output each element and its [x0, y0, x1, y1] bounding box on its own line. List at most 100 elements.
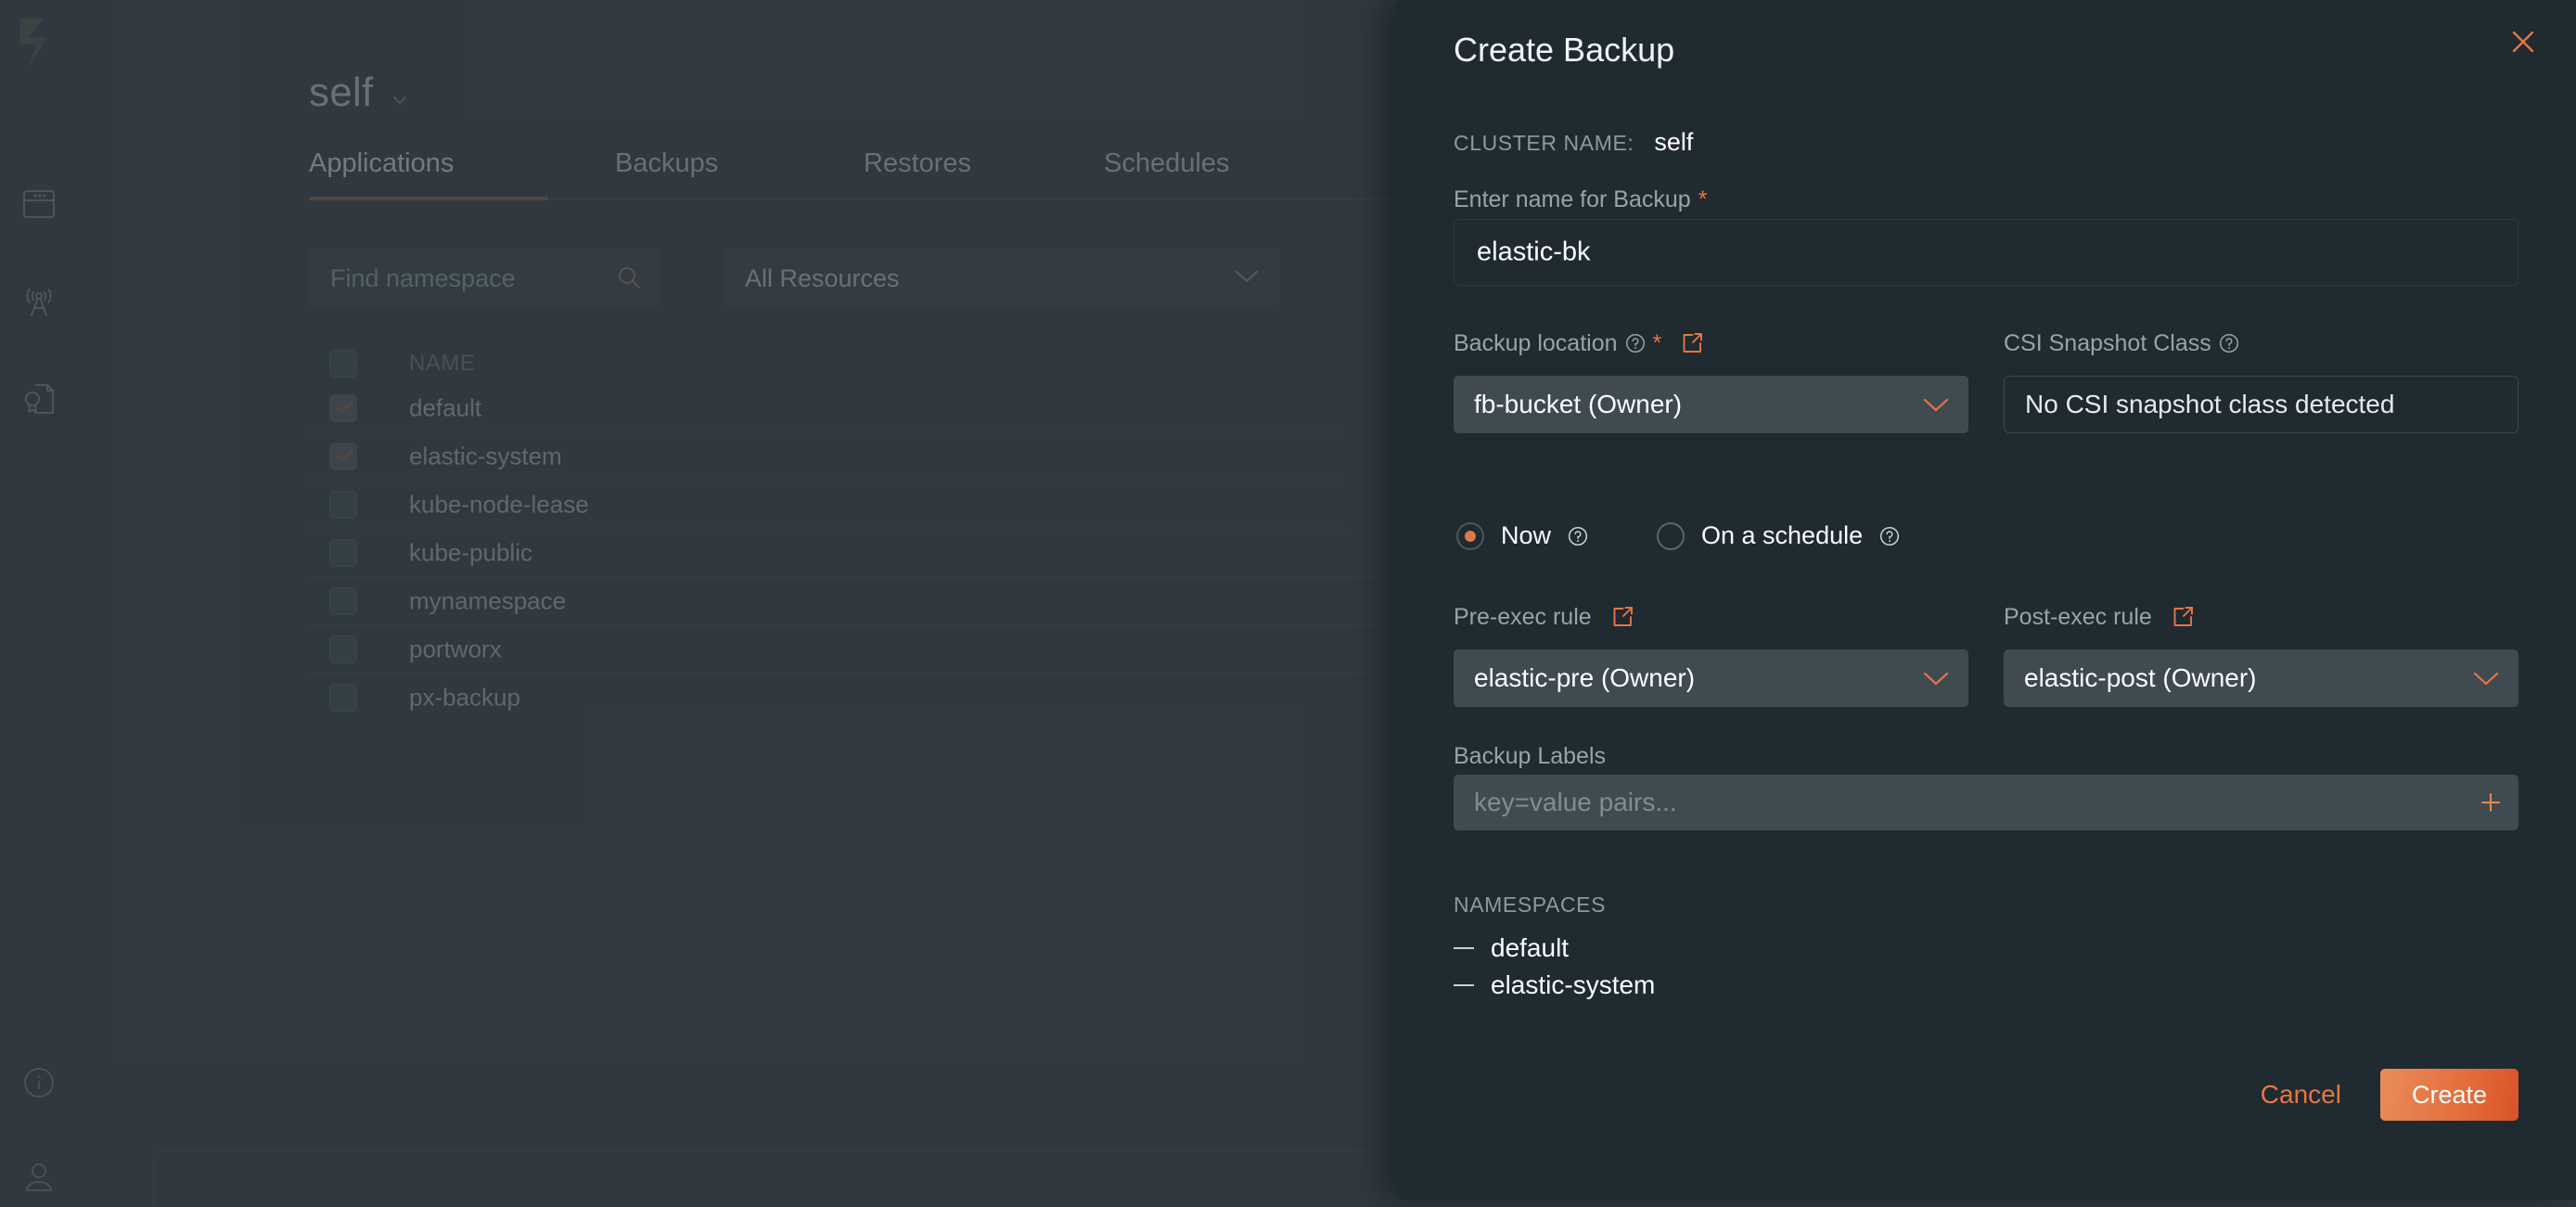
table-row[interactable]: default	[309, 384, 1385, 431]
check-icon	[335, 449, 353, 462]
table-row[interactable]: portworx	[309, 625, 1385, 673]
namespaces-heading: NAMESPACES	[1454, 892, 1607, 917]
radio-on-a-schedule[interactable]: On a schedule	[1657, 521, 1900, 550]
portworx-logo	[16, 17, 62, 74]
backup-location-value: fb-bucket (Owner)	[1474, 390, 1683, 418]
app-root: self Applications Backups Restores Sched…	[0, 0, 2576, 1207]
plus-icon[interactable]	[2480, 791, 2502, 814]
active-tab-indicator	[309, 197, 548, 200]
list-item: default	[1454, 930, 1655, 967]
table-row[interactable]: mynamespace	[309, 577, 1385, 624]
create-button[interactable]: Create	[2379, 1069, 2518, 1121]
search-placeholder: Find namespace	[330, 264, 516, 292]
radio-now[interactable]: Now	[1456, 521, 1588, 550]
backup-labels-input[interactable]: key=value pairs...	[1454, 775, 2518, 830]
pre-exec-rule-label-row: Pre-exec rule	[1454, 603, 1968, 631]
backup-labels-placeholder: key=value pairs...	[1474, 788, 1677, 816]
tab-applications[interactable]: Applications	[309, 148, 454, 179]
bullet-dash-icon	[1454, 947, 1474, 949]
cluster-name-row: CLUSTER NAME: self	[1454, 128, 1693, 157]
required-asterisk: *	[1698, 186, 1708, 212]
row-checkbox[interactable]	[329, 635, 357, 663]
chevron-down-icon[interactable]	[391, 91, 409, 109]
csi-snapshot-class-label-row: CSI Snapshot Class	[2004, 329, 2518, 357]
backup-name-value: elastic-bk	[1477, 237, 1591, 267]
cluster-selector-title[interactable]: self	[309, 70, 373, 116]
external-link-icon[interactable]	[1680, 331, 1704, 355]
required-asterisk: *	[1652, 329, 1662, 356]
csi-snapshot-class-value-box: No CSI snapshot class detected	[2004, 376, 2518, 433]
csi-snapshot-class-label: CSI Snapshot Class	[2004, 329, 2211, 356]
panel-actions: Cancel Create	[2255, 1069, 2518, 1121]
resource-filter-dropdown[interactable]: All Resources	[724, 249, 1280, 306]
help-circle-icon[interactable]	[1625, 333, 1646, 353]
namespaces-list: default elastic-system	[1454, 930, 1655, 1004]
table-row[interactable]: kube-public	[309, 529, 1385, 576]
backup-name-label-row: Enter name for Backup *	[1454, 186, 1707, 213]
column-header-name: NAME	[409, 351, 476, 376]
table-row[interactable]: kube-node-lease	[309, 481, 1385, 528]
select-all-checkbox[interactable]	[329, 350, 357, 378]
external-link-icon[interactable]	[1610, 605, 1634, 629]
left-nav-rail	[0, 0, 79, 1207]
backup-name-label: Enter name for Backup	[1454, 186, 1691, 212]
namespace-name: elastic-system	[1491, 970, 1656, 999]
row-checkbox[interactable]	[329, 442, 357, 470]
table-row[interactable]: px-backup	[309, 674, 1385, 721]
search-icon	[617, 265, 641, 289]
chevron-down-icon	[2472, 671, 2500, 687]
post-exec-rule-label: Post-exec rule	[2004, 603, 2152, 630]
backup-location-dropdown[interactable]: fb-bucket (Owner)	[1454, 376, 1968, 433]
sidebar-item-licenses[interactable]	[14, 374, 64, 424]
table-header-row: NAME	[309, 343, 1385, 384]
post-exec-rule-dropdown[interactable]: elastic-post (Owner)	[2004, 649, 2518, 707]
row-checkbox[interactable]	[329, 393, 357, 422]
tab-bar: Applications Backups Restores Schedules	[309, 148, 1403, 200]
sidebar-item-clusters[interactable]	[14, 179, 64, 229]
pre-exec-rule-group: Pre-exec rule elastic-pre (Owner)	[1454, 603, 1968, 707]
row-checkbox[interactable]	[329, 538, 357, 567]
close-icon[interactable]	[2500, 19, 2546, 65]
row-name: elastic-system	[409, 442, 562, 469]
post-exec-rule-label-row: Post-exec rule	[2004, 603, 2518, 631]
backup-name-input[interactable]: elastic-bk	[1454, 219, 2518, 286]
cancel-button[interactable]: Cancel	[2255, 1071, 2347, 1119]
info-circle-icon[interactable]	[14, 1058, 64, 1108]
help-circle-icon[interactable]	[1879, 526, 1900, 546]
tab-backups[interactable]: Backups	[615, 148, 718, 179]
backup-location-label: Backup location	[1454, 329, 1618, 356]
sidebar-item-backup-locations[interactable]	[14, 276, 64, 327]
post-exec-rule-group: Post-exec rule elastic-post (Owner)	[2004, 603, 2518, 707]
check-icon	[335, 401, 353, 414]
row-name: mynamespace	[409, 586, 567, 614]
help-circle-icon[interactable]	[1568, 526, 1588, 546]
radio-indicator	[1456, 521, 1484, 550]
schedule-mode-group: Now On a schedule	[1454, 521, 2518, 562]
row-checkbox[interactable]	[329, 490, 357, 519]
row-name: px-backup	[409, 683, 520, 711]
tab-restores[interactable]: Restores	[864, 148, 971, 179]
chevron-down-icon	[1922, 397, 1950, 413]
row-name: default	[409, 393, 482, 421]
row-checkbox[interactable]	[329, 683, 357, 712]
csi-snapshot-class-value: No CSI snapshot class detected	[2025, 390, 2395, 418]
radio-indicator	[1657, 521, 1685, 550]
backup-location-group: Backup location * fb-bucket (Owner)	[1454, 329, 1968, 433]
search-input[interactable]: Find namespace	[309, 249, 661, 306]
backup-labels-label-row: Backup Labels	[1454, 742, 1606, 770]
chevron-down-icon	[1234, 269, 1260, 284]
pre-exec-rule-dropdown[interactable]: elastic-pre (Owner)	[1454, 649, 1968, 707]
chevron-down-icon	[1922, 671, 1950, 687]
pre-exec-rule-label: Pre-exec rule	[1454, 603, 1592, 630]
panel-edge	[153, 1150, 1396, 1207]
tab-schedules[interactable]: Schedules	[1104, 148, 1229, 179]
table-row[interactable]: elastic-system	[309, 432, 1385, 480]
namespace-table: NAME default elastic-system kube-node-le…	[309, 343, 1385, 721]
user-account-icon[interactable]	[14, 1152, 64, 1202]
help-circle-icon[interactable]	[2219, 333, 2239, 353]
resource-filter-value: All Resources	[745, 264, 900, 292]
row-checkbox[interactable]	[329, 586, 357, 615]
external-link-icon[interactable]	[2171, 605, 2195, 629]
create-backup-panel: Create Backup CLUSTER NAME: self Enter n…	[1396, 0, 2576, 1200]
post-exec-rule-value: elastic-post (Owner)	[2024, 663, 2257, 692]
